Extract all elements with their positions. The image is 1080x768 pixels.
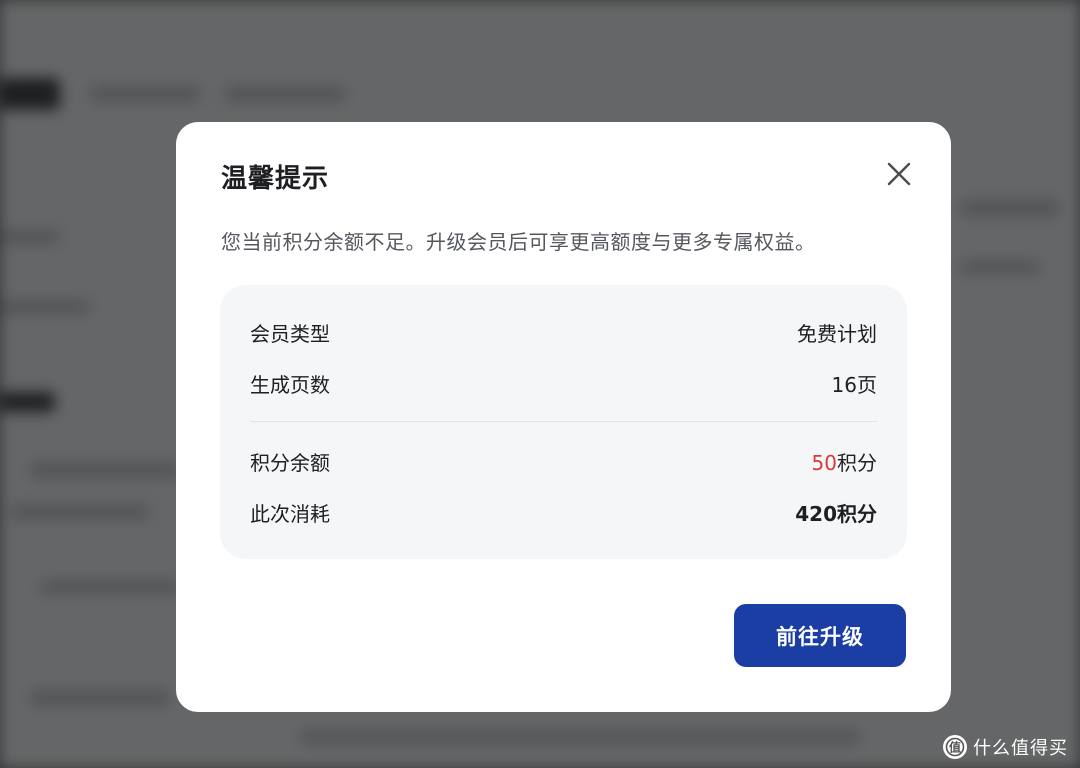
points-cost-row: 此次消耗 420积分 — [250, 497, 877, 527]
smzdm-logo-icon: 值 — [943, 735, 967, 759]
points-cost-label: 此次消耗 — [250, 501, 330, 526]
points-balance-value: 50积分 — [812, 447, 877, 476]
dialog-title: 温馨提示 — [221, 164, 330, 194]
low-balance-dialog: 温馨提示 您当前积分余额不足。升级会员后可享更高额度与更多专属权益。 会员类型 … — [176, 122, 951, 712]
points-balance-label: 积分余额 — [250, 450, 330, 475]
pages-generated-row: 生成页数 16页 — [250, 368, 877, 398]
membership-type-row: 会员类型 免费计划 — [250, 317, 877, 347]
membership-type-label: 会员类型 — [250, 321, 330, 346]
upgrade-button[interactable]: 前往升级 — [734, 604, 906, 667]
card-divider — [250, 421, 877, 422]
pages-generated-label: 生成页数 — [250, 372, 330, 397]
membership-type-value: 免费计划 — [797, 321, 877, 346]
site-watermark: 值 什么值得买 — [943, 734, 1068, 760]
points-balance-row: 积分余额 50积分 — [250, 446, 877, 476]
close-icon — [887, 162, 911, 186]
close-button[interactable] — [885, 160, 913, 188]
points-balance-number: 50 — [811, 450, 837, 475]
dialog-message: 您当前积分余额不足。升级会员后可享更高额度与更多专属权益。 — [221, 230, 816, 254]
watermark-text: 什么值得买 — [973, 738, 1068, 759]
svg-text:值: 值 — [949, 740, 961, 755]
plan-info-card: 会员类型 免费计划 生成页数 16页 积分余额 50积分 此次消耗 420积分 — [220, 285, 907, 559]
points-cost-value: 420积分 — [795, 501, 877, 526]
pages-generated-value: 16页 — [831, 372, 877, 397]
points-balance-unit: 积分 — [837, 450, 877, 475]
